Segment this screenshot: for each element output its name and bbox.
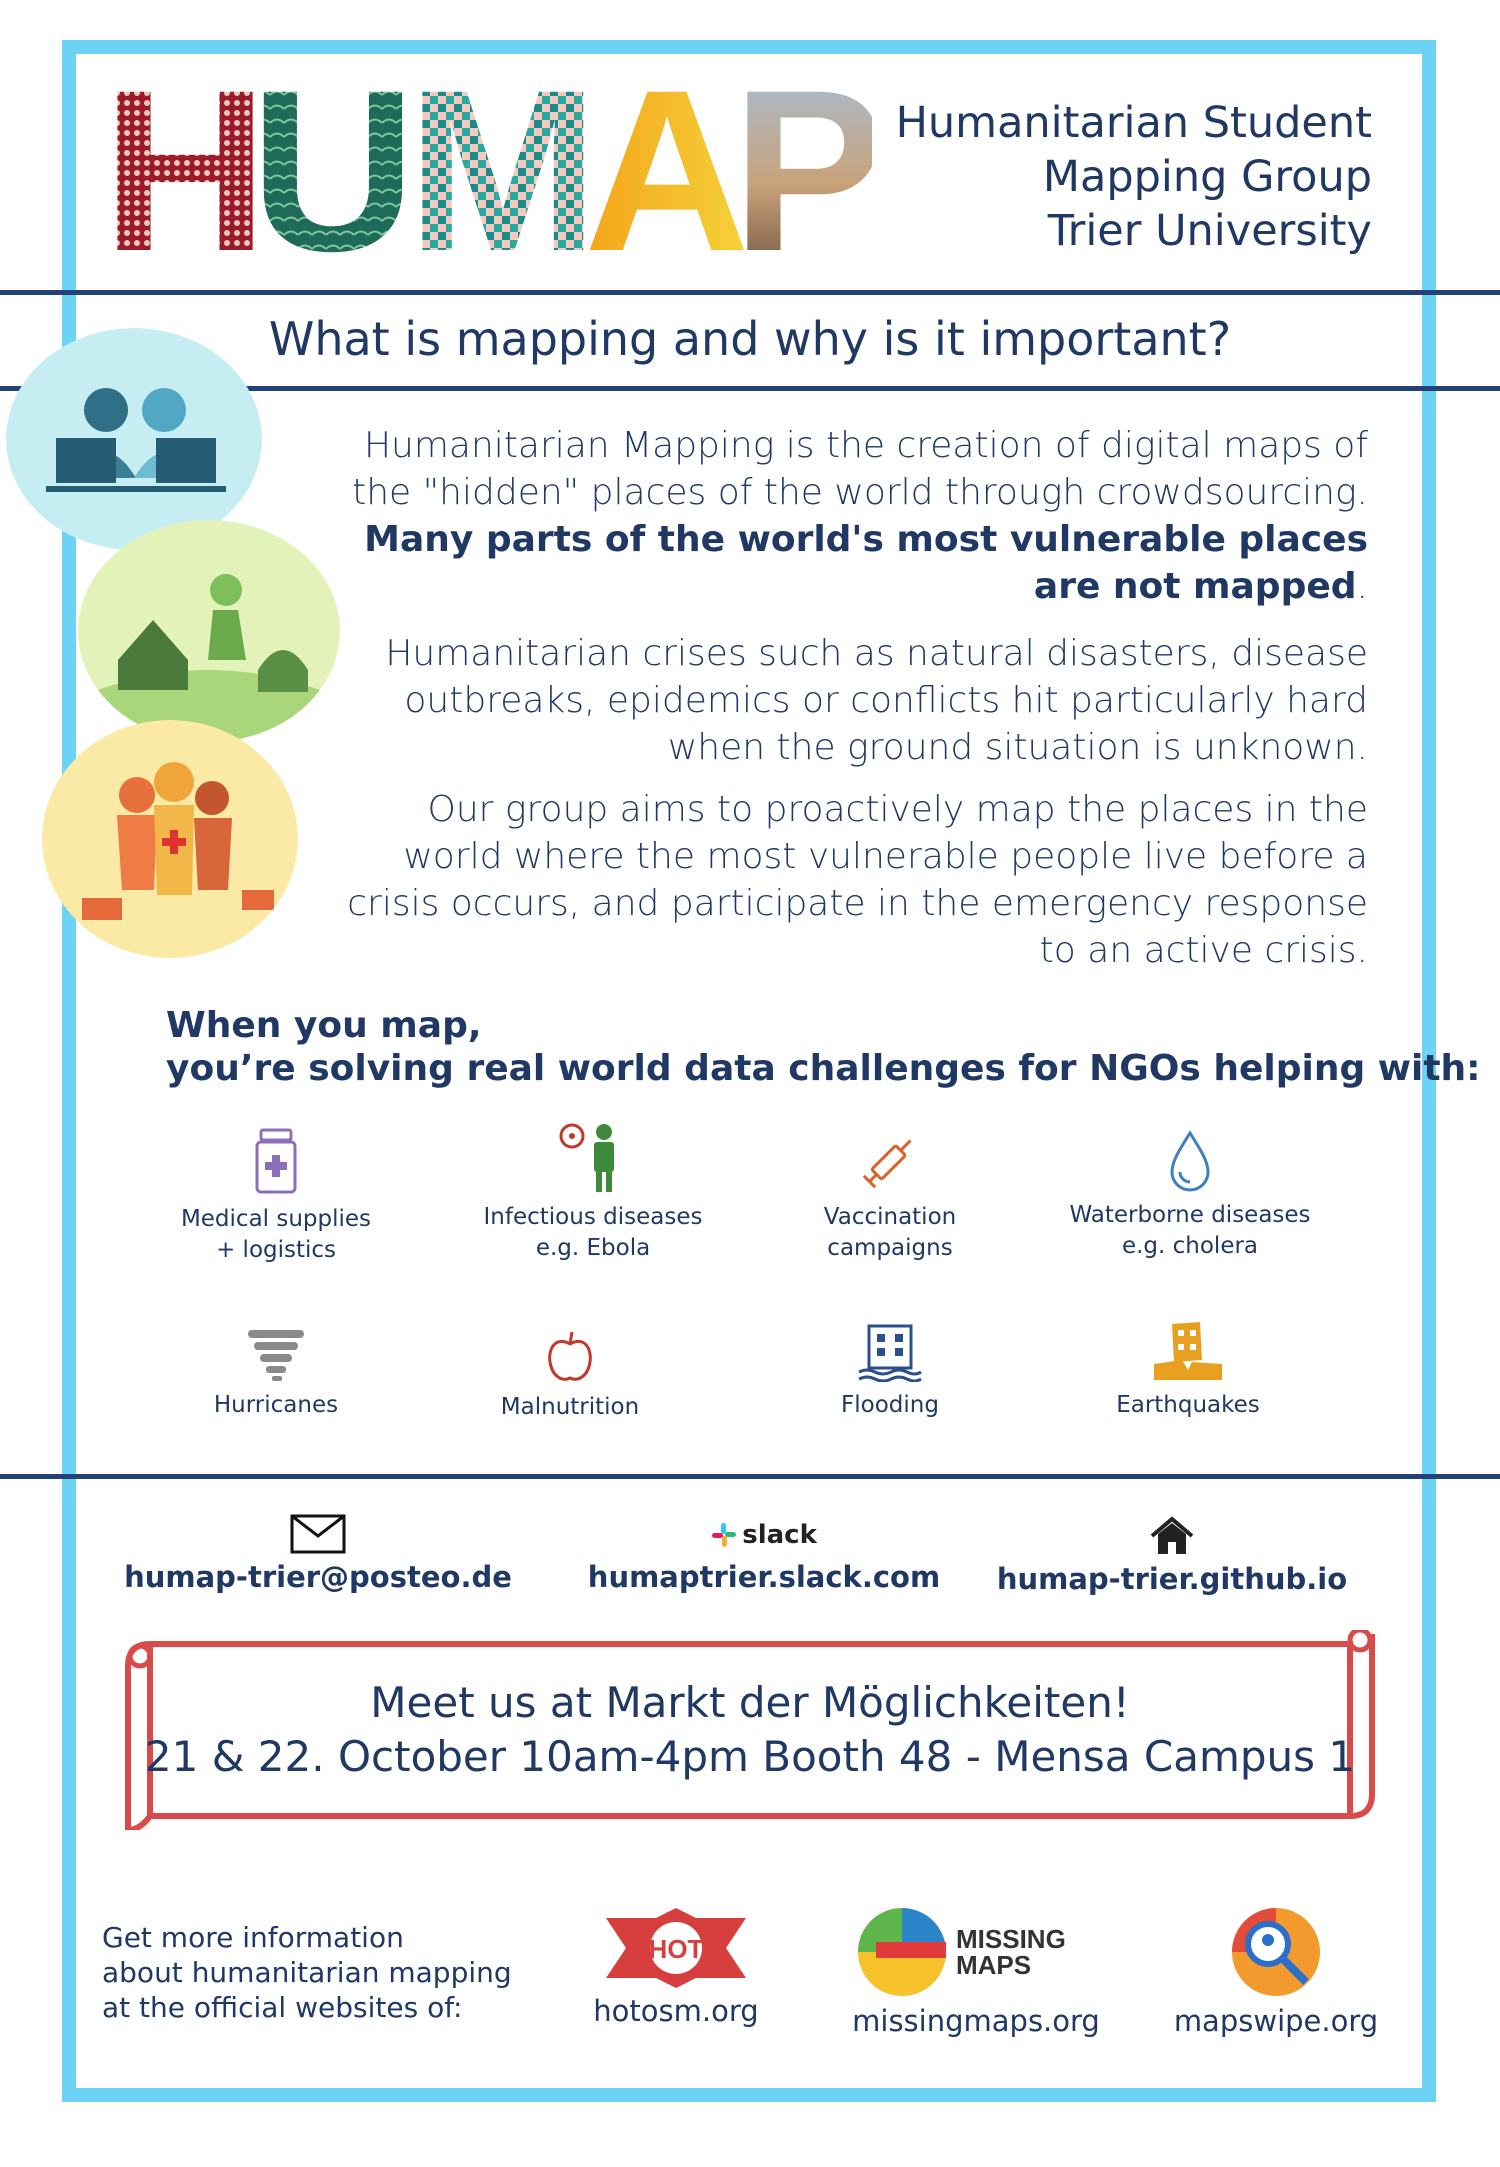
tornado-icon bbox=[248, 1330, 304, 1381]
event-line: Meet us at Markt der Möglichkeiten! bbox=[370, 1678, 1130, 1727]
contact-email[interactable]: humap-trier@posteo.de bbox=[108, 1514, 528, 1594]
label-line: Vaccination bbox=[823, 1204, 957, 1230]
label-line: Waterborne diseases bbox=[1069, 1202, 1311, 1228]
syringe-icon bbox=[862, 1139, 912, 1189]
illustration-family-medic bbox=[42, 720, 298, 958]
more-line: Get more information bbox=[102, 1921, 404, 1954]
partner-link[interactable]: mapswipe.org bbox=[1146, 2004, 1406, 2038]
partner-link[interactable]: missingmaps.org bbox=[846, 2004, 1106, 2038]
contact-slack[interactable]: slack humaptrier.slack.com bbox=[554, 1520, 974, 1594]
text-line: to an active crisis. bbox=[1039, 930, 1368, 971]
org-name: Humanitarian Student Mapping Group Trier… bbox=[896, 96, 1372, 258]
challenge-malnutrition: Malnutrition bbox=[420, 1328, 720, 1423]
section-question: What is mapping and why is it important? bbox=[268, 312, 1232, 366]
home-icon bbox=[1150, 1516, 1194, 1554]
flooded-building-icon bbox=[858, 1324, 922, 1382]
label-line: campaigns bbox=[827, 1235, 953, 1261]
more-line: about humanitarian mapping bbox=[102, 1956, 512, 1989]
when-line: When you map, bbox=[166, 1005, 482, 1046]
event-announcement: Meet us at Markt der Möglichkeiten! 21 &… bbox=[120, 1676, 1380, 1784]
text-line: Humanitarian Mapping is the creation of … bbox=[363, 425, 1368, 466]
logo-letter-h: H bbox=[102, 88, 268, 258]
event-line: 21 & 22. October 10am-4pm Booth 48 - Men… bbox=[144, 1732, 1356, 1781]
more-info-text: Get more information about humanitarian … bbox=[102, 1920, 512, 2025]
more-line: at the official websites of: bbox=[102, 1991, 463, 2024]
challenge-label: Infectious diseases e.g. Ebola bbox=[443, 1202, 743, 1264]
medicine-bottle-icon bbox=[255, 1128, 297, 1194]
partner-hot[interactable]: HOT hotosm.org bbox=[546, 1908, 806, 2028]
hot-logo-text: HOT bbox=[649, 1934, 704, 1964]
label-line: e.g. cholera bbox=[1121, 1233, 1259, 1259]
text-line-bold-end: are not mapped. bbox=[318, 563, 1368, 610]
slack-link[interactable]: humaptrier.slack.com bbox=[554, 1560, 974, 1594]
biohazard-suit-icon bbox=[559, 1123, 614, 1192]
divider-top bbox=[0, 290, 1500, 295]
divider-contacts bbox=[0, 1474, 1500, 1479]
water-drop-icon bbox=[1170, 1130, 1210, 1192]
contact-website[interactable]: humap-trier.github.io bbox=[962, 1516, 1382, 1596]
logo-letter-m: M bbox=[407, 88, 599, 258]
illustration-people-computers bbox=[6, 328, 262, 550]
label-line: Medical supplies bbox=[180, 1206, 372, 1232]
label-line: + logistics bbox=[215, 1237, 337, 1263]
partner-missing-maps[interactable]: MISSING MAPS missingmaps.org bbox=[846, 1906, 1106, 2038]
challenge-earthquakes: Earthquakes bbox=[1038, 1320, 1338, 1421]
paragraph-goals: Our group aims to proactively map the pl… bbox=[318, 786, 1368, 974]
text-line: outbreaks, epidemics or conflicts hit pa… bbox=[404, 680, 1368, 721]
text-line-bold: Many parts of the world's most vulnerabl… bbox=[364, 519, 1368, 560]
slack-wordmark: slack bbox=[742, 1520, 817, 1550]
label-line: Infectious diseases bbox=[483, 1204, 703, 1230]
paragraph-crises: Humanitarian crises such as natural disa… bbox=[368, 630, 1368, 771]
challenge-label: Malnutrition bbox=[500, 1394, 640, 1420]
org-line: Trier University bbox=[1047, 206, 1372, 256]
challenge-label: Flooding bbox=[841, 1392, 939, 1418]
apple-icon bbox=[548, 1331, 592, 1381]
challenge-label: Medical supplies + logistics bbox=[126, 1204, 426, 1266]
text-line: Our group aims to proactively map the pl… bbox=[427, 789, 1368, 830]
challenge-flooding: Flooding bbox=[740, 1324, 1040, 1421]
challenge-label: Hurricanes bbox=[213, 1392, 339, 1418]
challenge-label: Vaccination campaigns bbox=[740, 1202, 1040, 1264]
challenge-label: Waterborne diseases e.g. cholera bbox=[1040, 1200, 1340, 1262]
challenge-hurricanes: Hurricanes bbox=[126, 1326, 426, 1421]
mapswipe-logo bbox=[1232, 1908, 1320, 1996]
paragraph-definition: Humanitarian Mapping is the creation of … bbox=[318, 422, 1368, 610]
logo-letter-u: U bbox=[250, 88, 416, 258]
text-line: crisis occurs, and participate in the em… bbox=[347, 883, 1368, 924]
challenge-vaccination: Vaccination campaigns bbox=[740, 1128, 1040, 1264]
humap-logo: H U M A P bbox=[102, 88, 872, 258]
label-line: e.g. Ebola bbox=[535, 1235, 651, 1261]
text-line: world where the most vulnerable people l… bbox=[403, 836, 1368, 877]
website-link[interactable]: humap-trier.github.io bbox=[962, 1562, 1382, 1596]
when-line: you’re solving real world data challenge… bbox=[166, 1048, 1481, 1089]
hot-logo: HOT bbox=[606, 1908, 746, 1988]
illustration-mapping-houses bbox=[78, 520, 340, 742]
text-line: when the ground situation is unknown. bbox=[667, 727, 1368, 768]
partner-link[interactable]: hotosm.org bbox=[546, 1994, 806, 2028]
slack-icon bbox=[712, 1523, 737, 1547]
collapsed-building-icon bbox=[1154, 1322, 1222, 1380]
partner-mapswipe[interactable]: mapswipe.org bbox=[1146, 1906, 1406, 2038]
challenge-infectious-diseases: Infectious diseases e.g. Ebola bbox=[443, 1122, 743, 1264]
slack-logo: slack bbox=[554, 1520, 974, 1554]
missing-maps-logo-text: MAPS bbox=[956, 1950, 1031, 1980]
logo-letter-p: P bbox=[732, 88, 872, 258]
text-line: Humanitarian crises such as natural disa… bbox=[385, 633, 1368, 674]
logo-letter-a: A bbox=[584, 88, 750, 258]
text-bold: are not mapped bbox=[1033, 566, 1357, 607]
org-line: Mapping Group bbox=[1042, 152, 1372, 202]
when-you-map-heading: When you map, you’re solving real world … bbox=[166, 1004, 1481, 1090]
org-line: Humanitarian Student bbox=[895, 98, 1372, 148]
challenge-label: Earthquakes bbox=[1116, 1392, 1260, 1418]
envelope-icon bbox=[290, 1514, 346, 1554]
challenge-medical-supplies: Medical supplies + logistics bbox=[126, 1128, 426, 1266]
text-line: the "hidden" places of the world through… bbox=[352, 472, 1368, 513]
email-link[interactable]: humap-trier@posteo.de bbox=[108, 1560, 528, 1594]
missing-maps-logo: MISSING MAPS bbox=[858, 1908, 1066, 1996]
text-period: . bbox=[1356, 566, 1368, 607]
challenge-waterborne: Waterborne diseases e.g. cholera bbox=[1040, 1130, 1340, 1262]
